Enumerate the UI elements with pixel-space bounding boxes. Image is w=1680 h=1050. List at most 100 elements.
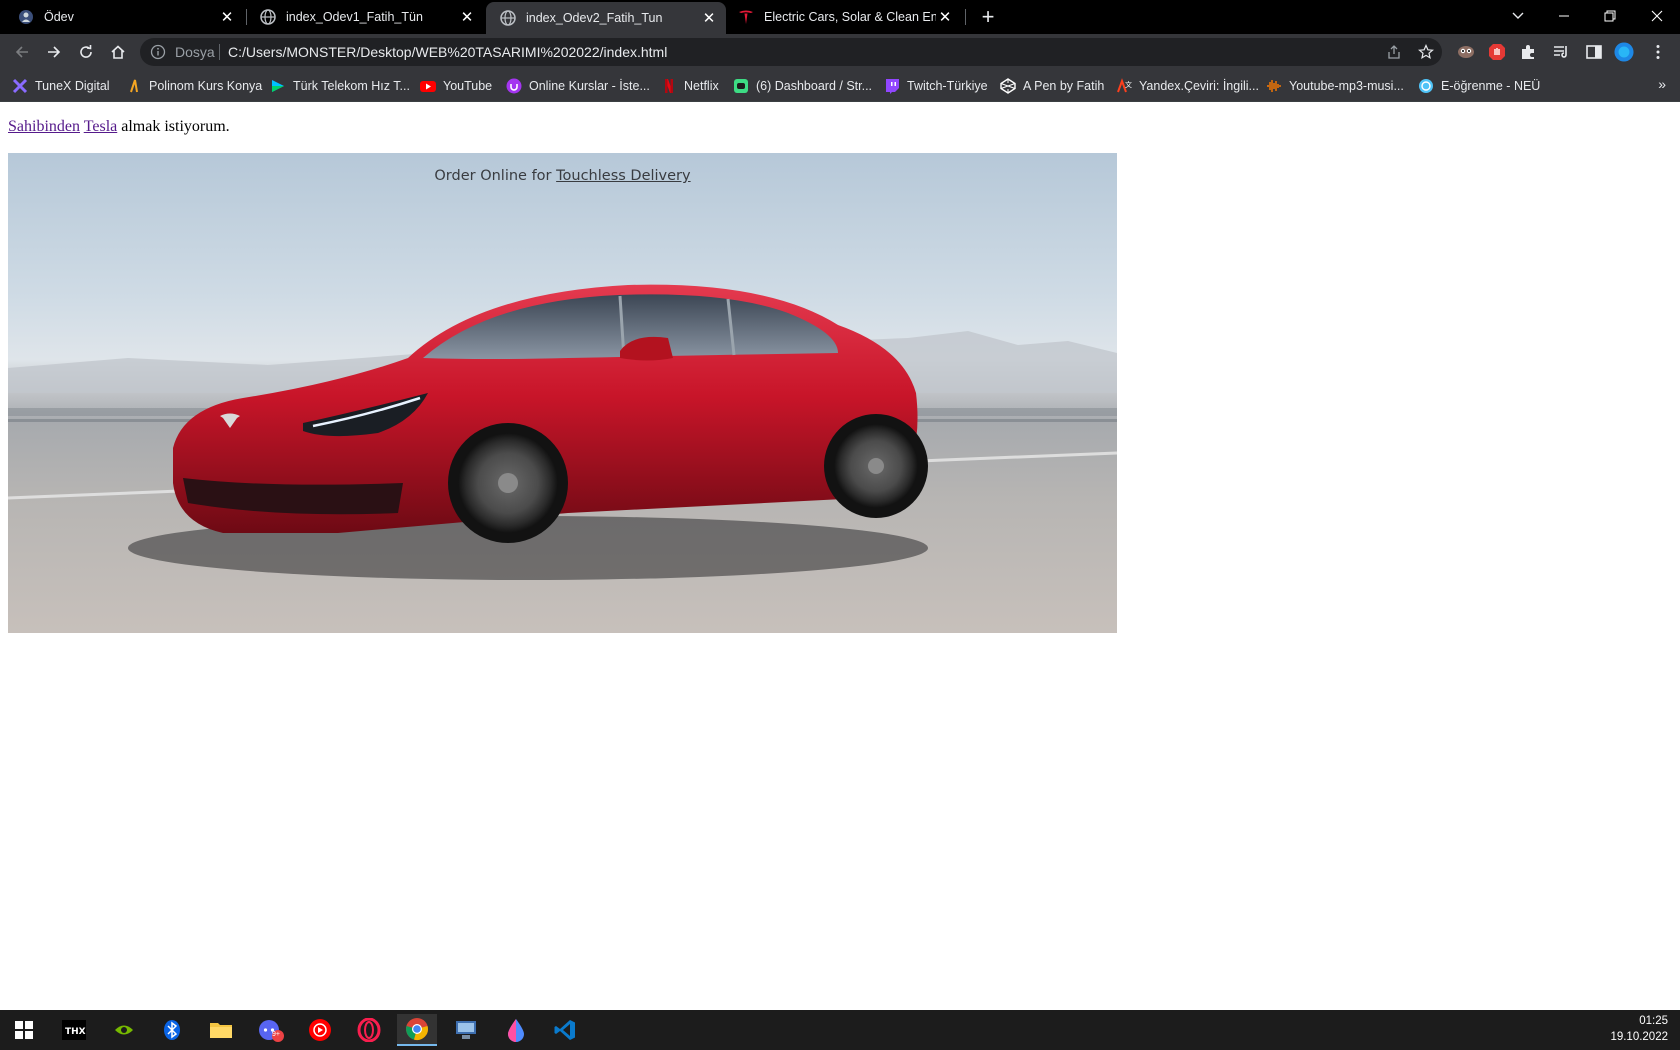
home-button[interactable] — [104, 38, 132, 66]
star-icon[interactable] — [1416, 42, 1436, 62]
discord-app-button[interactable]: 9+ — [251, 1014, 291, 1046]
new-tab-button[interactable]: + — [976, 4, 1000, 29]
chrome-icon — [406, 1018, 428, 1040]
tab-title: index_Odev1_Fatih_Tün — [286, 10, 423, 24]
neu-icon — [1418, 78, 1434, 94]
tab-search-button[interactable] — [1495, 0, 1541, 32]
media-queue-icon[interactable] — [1551, 42, 1571, 62]
nvidia-app-button[interactable] — [104, 1014, 144, 1046]
menu-icon[interactable] — [1648, 42, 1668, 62]
bookmark-polinom[interactable]: Polinom Kurs Konya — [126, 77, 262, 95]
extension-icon[interactable] — [1456, 42, 1476, 62]
thx-app-button[interactable]: THX — [54, 1014, 94, 1046]
bluetooth-button[interactable] — [152, 1014, 192, 1046]
bookmark-label: TuneX Digital — [35, 79, 110, 93]
bookmark-label: Yandex.Çeviri: İngili... — [1139, 79, 1259, 93]
bookmark-youtube[interactable]: YouTube — [420, 77, 492, 95]
arrow-right-icon — [48, 46, 61, 58]
bookmark-online-kurslar[interactable]: Online Kurslar - İste... — [506, 77, 650, 95]
mp3-icon — [1266, 78, 1282, 94]
back-button[interactable] — [8, 38, 36, 66]
bookmark-netflix[interactable]: Netflix — [661, 77, 719, 95]
side-panel-icon[interactable] — [1584, 42, 1604, 62]
close-icon[interactable]: ✕ — [936, 8, 954, 26]
tesla-link[interactable]: Tesla — [84, 118, 118, 135]
folder-icon — [210, 1023, 232, 1038]
nvidia-icon — [115, 1025, 133, 1035]
tab-index-odev2[interactable]: index_Odev2_Fatih_Tun ✕ — [486, 2, 726, 34]
bookmark-label: Youtube-mp3-musi... — [1289, 79, 1404, 93]
close-icon[interactable]: ✕ — [700, 9, 718, 27]
close-icon[interactable]: ✕ — [458, 8, 476, 26]
tab-index-odev1[interactable]: index_Odev1_Fatih_Tün ✕ — [248, 0, 484, 34]
chrome-button[interactable] — [397, 1014, 437, 1046]
bookmark-label: E-öğrenme - NEÜ — [1441, 79, 1541, 93]
windows-taskbar: THX 9+ 01:25 19.10.2022 — [0, 1010, 1680, 1050]
tab-odev[interactable]: Ödev ✕ — [0, 0, 244, 34]
thx-icon: THX — [62, 1020, 86, 1040]
close-window-button[interactable] — [1634, 0, 1680, 32]
network-app-button[interactable] — [446, 1014, 486, 1046]
bookmark-youtube-mp3[interactable]: Youtube-mp3-musi... — [1266, 77, 1404, 95]
tab-tesla[interactable]: Electric Cars, Solar & Clean Energy | Te… — [728, 0, 962, 34]
paint-drop-app-button[interactable] — [496, 1014, 536, 1046]
restore-button[interactable] — [1587, 0, 1633, 32]
bookmark-e-ogrenme[interactable]: E-öğrenme - NEÜ — [1418, 77, 1540, 95]
forward-button[interactable] — [40, 38, 68, 66]
file-explorer-button[interactable] — [201, 1014, 241, 1046]
bookmarks-bar: TuneX Digital Polinom Kurs Konya Türk Te… — [0, 70, 1680, 102]
arrow-left-icon — [15, 46, 28, 58]
sahibinden-link[interactable]: Sahibinden — [8, 118, 80, 135]
tunex-icon — [12, 78, 28, 94]
page-content: Sahibinden Tesla almak istiyorum. Order … — [0, 102, 1680, 1010]
tab-title: Ödev — [44, 10, 74, 24]
opera-icon — [357, 1018, 381, 1042]
bookmarks-overflow-button[interactable]: » — [1658, 76, 1666, 92]
bookmark-tunex[interactable]: TuneX Digital — [12, 77, 110, 95]
windows-icon — [15, 1021, 33, 1039]
bookmark-dashboard[interactable]: (6) Dashboard / Str... — [733, 77, 872, 95]
bookmark-label: Polinom Kurs Konya — [149, 79, 263, 93]
bookmark-label: Twitch-Türkiye — [907, 79, 988, 93]
minimize-button[interactable] — [1541, 0, 1587, 32]
puzzle-icon[interactable] — [1518, 42, 1538, 62]
tab-divider — [246, 9, 247, 25]
bookmark-twitch[interactable]: Twitch-Türkiye — [884, 77, 988, 95]
share-icon[interactable] — [1384, 42, 1404, 62]
bluetooth-icon — [164, 1020, 180, 1040]
info-icon[interactable] — [150, 44, 166, 60]
bookmark-turk-telekom[interactable]: Türk Telekom Hız T... — [270, 77, 410, 95]
protocol-label: Dosya — [175, 44, 215, 60]
close-icon[interactable]: ✕ — [218, 8, 236, 26]
close-icon — [1651, 10, 1663, 22]
avatar[interactable] — [1614, 42, 1634, 62]
globe-icon — [500, 10, 516, 26]
tab-strip: Ödev ✕ index_Odev1_Fatih_Tün ✕ index_Ode… — [0, 0, 1680, 34]
start-button[interactable] — [4, 1014, 44, 1046]
vscode-button[interactable] — [545, 1014, 585, 1046]
system-clock[interactable]: 01:25 19.10.2022 — [1610, 1013, 1668, 1045]
network-icon — [456, 1021, 476, 1039]
restore-icon — [1604, 10, 1616, 22]
youtube-icon — [420, 78, 436, 94]
twitch-icon — [884, 78, 900, 94]
touchless-delivery-link[interactable]: Touchless Delivery — [556, 168, 690, 184]
discord-icon — [259, 1020, 284, 1042]
yandex-translate-icon: 文 — [1116, 78, 1132, 94]
adblock-icon[interactable] — [1487, 42, 1507, 62]
globe-icon — [260, 9, 276, 25]
home-icon — [111, 45, 125, 59]
browser-toolbar: Dosya C:/Users/MONSTER/Desktop/WEB%20TAS… — [0, 34, 1680, 70]
bookmark-label: (6) Dashboard / Str... — [756, 79, 873, 93]
bookmark-label: Türk Telekom Hız T... — [293, 79, 410, 93]
reload-button[interactable] — [72, 38, 100, 66]
address-bar[interactable]: Dosya C:/Users/MONSTER/Desktop/WEB%20TAS… — [140, 38, 1442, 66]
youtube-music-button[interactable] — [300, 1014, 340, 1046]
opera-gx-button[interactable] — [349, 1014, 389, 1046]
url-text[interactable]: C:/Users/MONSTER/Desktop/WEB%20TASARIMI%… — [228, 44, 667, 60]
bookmark-codepen[interactable]: A Pen by Fatih — [1000, 77, 1104, 95]
bookmark-yandex[interactable]: 文 Yandex.Çeviri: İngili... — [1116, 77, 1259, 95]
netflix-icon — [661, 78, 677, 94]
odev-favicon — [18, 9, 34, 25]
hero-caption-prefix: Order Online for — [434, 168, 557, 184]
